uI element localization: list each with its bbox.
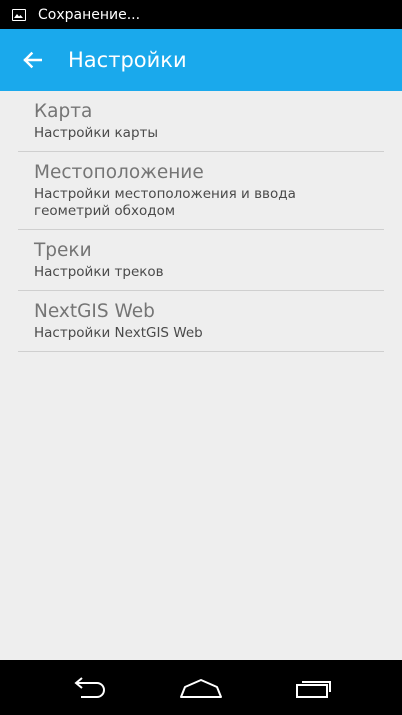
settings-item-tracks[interactable]: Треки Настройки треков	[18, 230, 384, 291]
status-notification-text: Сохранение...	[38, 6, 141, 23]
settings-item-summary: Настройки карты	[34, 125, 159, 141]
settings-item-title: Местоположение	[34, 162, 204, 183]
settings-item-summary: Настройки местоположения и ввода геометр…	[34, 186, 296, 219]
arrow-left-icon	[23, 51, 42, 69]
nav-recents-button[interactable]	[274, 660, 354, 715]
settings-screen: Сохранение... Настройки Карта Настройки …	[0, 0, 402, 715]
settings-list: Карта Настройки карты Местоположение Нас…	[18, 91, 384, 352]
settings-item-summary: Настройки NextGIS Web	[34, 325, 203, 341]
nav-home-button[interactable]	[161, 660, 241, 715]
settings-item-location[interactable]: Местоположение Настройки местоположения …	[18, 152, 384, 230]
nav-back-icon	[74, 676, 105, 698]
settings-item-summary: Настройки треков	[34, 264, 164, 280]
nav-recents-icon	[296, 680, 331, 698]
settings-item-title: Карта	[34, 101, 93, 122]
nav-home-icon	[180, 678, 222, 698]
settings-item-title: Треки	[34, 240, 92, 261]
status-bar: Сохранение...	[0, 0, 402, 29]
nav-back-button[interactable]	[49, 660, 129, 715]
app-bar: Настройки	[0, 29, 402, 91]
page-title: Настройки	[68, 48, 187, 72]
image-icon	[12, 8, 26, 21]
settings-item-map[interactable]: Карта Настройки карты	[18, 91, 384, 152]
settings-item-title: NextGIS Web	[34, 301, 155, 322]
back-button[interactable]	[17, 45, 47, 75]
navigation-bar	[0, 660, 402, 715]
settings-item-nextgis-web[interactable]: NextGIS Web Настройки NextGIS Web	[18, 291, 384, 352]
